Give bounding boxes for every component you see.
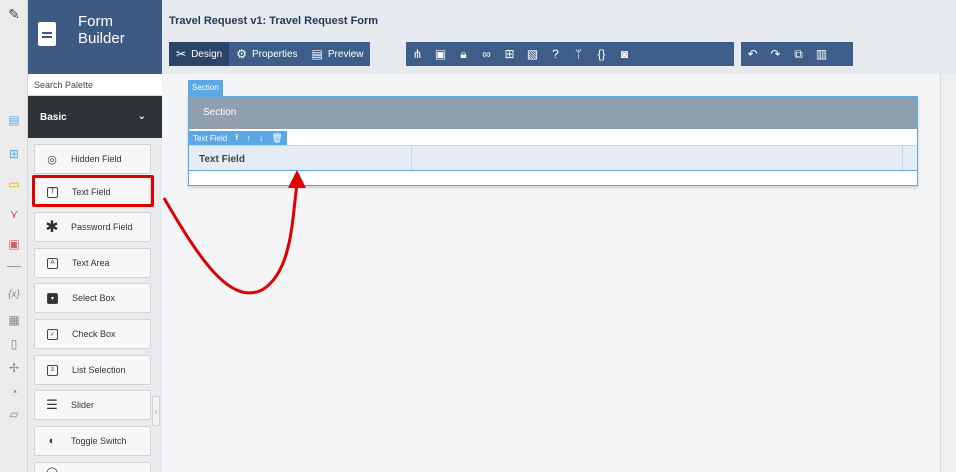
palette-item-slider[interactable]: ☰ Slider bbox=[34, 390, 151, 420]
gear-icon: ⚙ bbox=[236, 47, 247, 61]
asterisk-icon: ✱ bbox=[45, 219, 59, 236]
palette-item-list-selection[interactable]: ≡ List Selection bbox=[34, 355, 151, 385]
screenshot-icon[interactable]: ◙ bbox=[613, 47, 636, 61]
palette-item-text-area[interactable]: A Text Area bbox=[34, 248, 151, 278]
palette-item-label: Select Box bbox=[72, 293, 116, 303]
palette-item-hidden-field[interactable]: ◎ Hidden Field bbox=[34, 144, 151, 174]
toggle-icon: ◐ bbox=[48, 435, 56, 447]
text-field-row[interactable]: Text Field bbox=[189, 145, 917, 171]
top-toolbar-area: Travel Request v1: Travel Request Form ✂… bbox=[162, 0, 956, 74]
form-properties-icon[interactable]: ▣ bbox=[429, 47, 452, 61]
palette-item-check-box[interactable]: ✓ Check Box bbox=[34, 319, 151, 349]
palette-item-label: Toggle Switch bbox=[71, 436, 127, 446]
section-container[interactable]: Section Text Field ⭱ ↑ ↓ 🗑︎ Text Field bbox=[188, 96, 918, 186]
text-field-input[interactable] bbox=[411, 146, 903, 170]
plugin-icon[interactable]: ✢ bbox=[6, 360, 22, 376]
palette-item-label: Password Field bbox=[71, 222, 133, 232]
trash-icon[interactable]: 🗑︎ bbox=[271, 133, 282, 144]
form-title: Travel Request v1: Travel Request Form bbox=[169, 15, 379, 27]
form-icon[interactable]: ▦ bbox=[6, 312, 22, 328]
slider-icon: ☰ bbox=[46, 397, 58, 412]
palette-category-dropdown[interactable]: Basic ⌄ bbox=[28, 96, 162, 138]
section-tag[interactable]: Section bbox=[188, 80, 223, 96]
page-icon[interactable]: ▱ bbox=[6, 406, 22, 422]
tab-design-label: Design bbox=[191, 48, 223, 60]
arrow-up-icon[interactable]: ↑ bbox=[246, 133, 251, 143]
lock-icon[interactable]: 🔒︎ bbox=[452, 47, 475, 62]
translate-icon[interactable]: ▧ bbox=[521, 47, 544, 61]
select-box-icon: ▾ bbox=[47, 292, 58, 304]
palette-item-toggle-switch[interactable]: ◐ Toggle Switch bbox=[34, 426, 151, 456]
component-palette: Search Palette Basic ⌄ ◎ Hidden Field T … bbox=[28, 74, 162, 472]
palette-item-partial[interactable]: ◯ bbox=[34, 462, 151, 472]
binoculars-icon[interactable]: ∞ bbox=[475, 47, 498, 61]
checkbox-icon: ✓ bbox=[47, 328, 58, 340]
radio-icon: ◯ bbox=[45, 465, 59, 472]
builder-title: Form Builder bbox=[78, 13, 125, 47]
chevron-down-icon: ⌄ bbox=[137, 111, 146, 122]
tools-toolbar: ⋔ ▣ 🔒︎ ∞ ⊞ ▧ ? ᛘ {} ◙ bbox=[406, 42, 734, 66]
text-area-icon: A bbox=[47, 257, 58, 269]
form-document-icon bbox=[38, 22, 56, 46]
edit-toolbar: ↶ ↷ ⧉ ▥ bbox=[741, 42, 853, 66]
grid-icon[interactable]: ⊞ bbox=[498, 47, 521, 61]
left-icon-rail: ✎ ▤ ⊞ ▭ ⋎ ▣ {x} ▦ ▯ ✢ ◔ ▱ bbox=[0, 0, 28, 472]
move-up-to-top-icon[interactable]: ⭱ bbox=[235, 130, 238, 146]
list-icon: ≡ bbox=[47, 364, 58, 376]
workflow-icon[interactable]: ⋎ bbox=[6, 206, 22, 222]
palette-item-label: Hidden Field bbox=[71, 154, 122, 164]
design-tools-icon: ✂ bbox=[176, 47, 187, 61]
field-toolbar-label[interactable]: Text Field bbox=[193, 134, 227, 143]
mode-tabs: ✂ Design ⚙ Properties ▤ Preview bbox=[169, 42, 371, 66]
palette-collapse-handle[interactable]: ‹ bbox=[152, 396, 160, 426]
tree-icon[interactable]: ⋔ bbox=[406, 47, 429, 61]
paste-icon[interactable]: ▥ bbox=[810, 47, 833, 61]
rail-divider bbox=[7, 266, 21, 267]
help-icon[interactable]: ? bbox=[544, 47, 567, 61]
builder-header: Form Builder bbox=[28, 0, 162, 74]
palette-item-select-box[interactable]: ▾ Select Box bbox=[34, 283, 151, 313]
palette-item-label: List Selection bbox=[72, 365, 126, 375]
document-icon[interactable]: ▤ bbox=[6, 112, 22, 128]
pdf-icon[interactable]: ▣ bbox=[6, 236, 22, 252]
file-icon[interactable]: ▯ bbox=[6, 336, 22, 352]
branch-icon[interactable]: ᛘ bbox=[567, 47, 590, 61]
table-icon[interactable]: ⊞ bbox=[6, 146, 22, 162]
text-field-highlight-box bbox=[32, 175, 154, 207]
copy-icon[interactable]: ⧉ bbox=[787, 47, 810, 62]
eye-slash-icon: ◎ bbox=[47, 153, 57, 166]
undo-icon[interactable]: ↶ bbox=[741, 47, 764, 61]
preview-icon: ▤ bbox=[311, 47, 323, 61]
palette-item-label: Check Box bbox=[72, 329, 116, 339]
palette-search-input[interactable]: Search Palette bbox=[28, 74, 162, 96]
arrow-down-icon[interactable]: ↓ bbox=[259, 133, 264, 143]
field-label: Text Field bbox=[199, 154, 245, 165]
tab-design[interactable]: ✂ Design bbox=[169, 42, 230, 66]
redo-icon[interactable]: ↷ bbox=[764, 47, 787, 61]
palette-item-label: Text Area bbox=[72, 258, 110, 268]
form-builder-window: ✎ ▤ ⊞ ▭ ⋎ ▣ {x} ▦ ▯ ✢ ◔ ▱ Form Builder S… bbox=[0, 0, 956, 472]
edit-icon[interactable]: ✎ bbox=[6, 6, 22, 22]
section-header: Section bbox=[189, 97, 917, 129]
tab-preview[interactable]: ▤ Preview bbox=[304, 42, 371, 66]
variable-icon[interactable]: {x} bbox=[6, 286, 22, 302]
dashboard-icon[interactable]: ◔ bbox=[6, 384, 22, 400]
field-toolbar: Text Field ⭱ ↑ ↓ 🗑︎ bbox=[189, 131, 287, 145]
tab-preview-label: Preview bbox=[327, 48, 364, 60]
palette-item-label: Slider bbox=[71, 400, 95, 410]
category-label: Basic bbox=[40, 112, 67, 123]
json-icon[interactable]: {} bbox=[590, 47, 613, 61]
canvas-scrollbar[interactable] bbox=[940, 74, 956, 472]
monitor-icon[interactable]: ▭ bbox=[6, 176, 22, 192]
palette-item-password-field[interactable]: ✱ Password Field bbox=[34, 212, 151, 242]
tab-properties[interactable]: ⚙ Properties bbox=[229, 42, 305, 66]
tab-properties-label: Properties bbox=[251, 48, 298, 60]
